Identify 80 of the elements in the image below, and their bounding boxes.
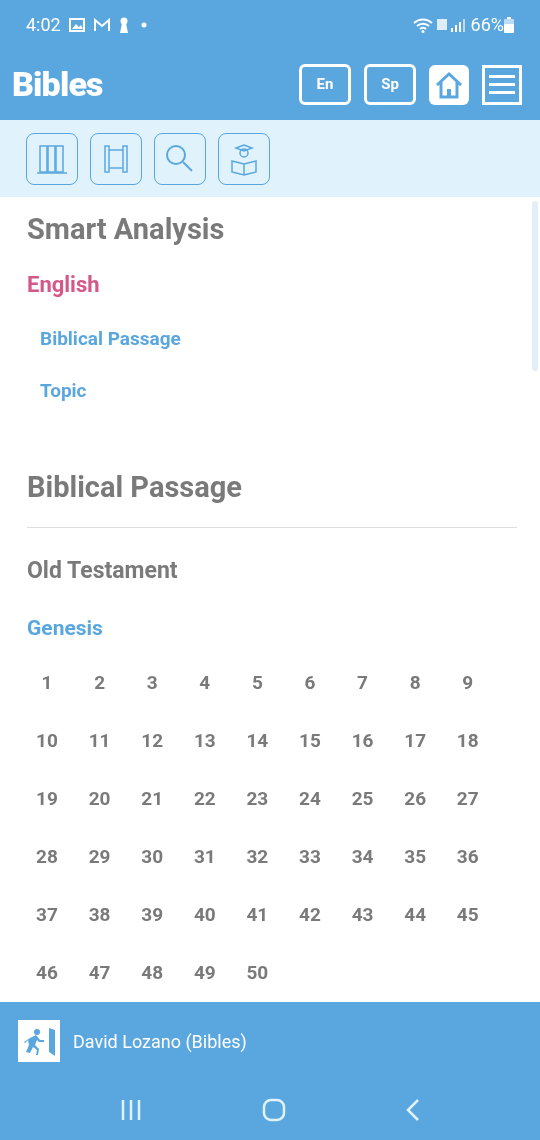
signal-icon bbox=[436, 16, 467, 33]
book-link[interactable]: Genesis bbox=[27, 614, 103, 643]
chapter-link[interactable]: 34 bbox=[342, 828, 383, 887]
chapter-link[interactable]: 13 bbox=[184, 712, 225, 771]
chapter-link[interactable]: 21 bbox=[132, 770, 173, 829]
exit-icon[interactable] bbox=[18, 1020, 60, 1063]
chapter-link[interactable]: 20 bbox=[79, 770, 120, 829]
home-nav-icon[interactable] bbox=[262, 1098, 286, 1123]
chapter-link[interactable]: 44 bbox=[395, 886, 436, 945]
home-icon bbox=[434, 70, 464, 99]
chapter-link[interactable]: 37 bbox=[27, 886, 67, 945]
section-heading: Smart Analysis bbox=[27, 211, 226, 248]
language-label: English bbox=[27, 271, 101, 300]
chapter-link[interactable]: 47 bbox=[79, 944, 120, 1003]
status-time: 4:02 bbox=[26, 13, 61, 38]
chapter-link[interactable]: 38 bbox=[79, 886, 120, 945]
chapter-link[interactable]: 45 bbox=[447, 886, 488, 945]
chapter-link[interactable]: 9 bbox=[447, 654, 488, 713]
chapter-link[interactable]: 17 bbox=[395, 712, 436, 771]
chapter-link[interactable]: 1 bbox=[27, 654, 67, 713]
chapter-link[interactable]: 16 bbox=[342, 712, 383, 771]
chapter-link[interactable]: 40 bbox=[184, 886, 225, 945]
student-button[interactable] bbox=[218, 132, 270, 185]
chapter-link[interactable]: 43 bbox=[342, 886, 383, 945]
analysis-link[interactable]: Biblical Passage bbox=[40, 327, 181, 352]
chapter-link[interactable]: 36 bbox=[447, 828, 488, 887]
chapter-link[interactable]: 39 bbox=[132, 886, 173, 945]
chapter-link[interactable]: 25 bbox=[342, 770, 383, 829]
chapter-link[interactable]: 50 bbox=[237, 944, 278, 1003]
wifi-icon bbox=[412, 16, 433, 33]
image-icon bbox=[68, 17, 85, 32]
keyhole-icon bbox=[118, 16, 129, 33]
chapter-link[interactable]: 42 bbox=[289, 886, 330, 945]
chapter-link[interactable]: 3 bbox=[132, 654, 173, 713]
battery-icon bbox=[504, 16, 514, 33]
chapter-link[interactable]: 7 bbox=[342, 654, 383, 713]
user-name: David Lozano (Bibles) bbox=[73, 1029, 247, 1054]
language-button[interactable]: Sp bbox=[364, 64, 416, 106]
testament-heading: Old Testament bbox=[27, 556, 179, 587]
chapter-link[interactable]: 2 bbox=[79, 654, 120, 713]
chapter-link[interactable]: 4 bbox=[184, 654, 225, 713]
section-heading: Biblical Passage bbox=[27, 469, 243, 506]
analysis-link[interactable]: Topic bbox=[40, 379, 87, 404]
binders-button[interactable] bbox=[26, 132, 78, 185]
chapter-link[interactable]: 28 bbox=[27, 828, 67, 887]
chapter-link[interactable]: 15 bbox=[289, 712, 330, 771]
chapter-link[interactable]: 27 bbox=[447, 770, 488, 829]
chapter-link[interactable]: 12 bbox=[132, 712, 173, 771]
chapter-link[interactable]: 5 bbox=[237, 654, 278, 713]
language-button[interactable]: En bbox=[299, 64, 351, 106]
chapter-link[interactable]: 23 bbox=[237, 770, 278, 829]
chapter-link[interactable]: 46 bbox=[27, 944, 67, 1003]
chapter-link[interactable]: 48 bbox=[132, 944, 173, 1003]
app-title: Bibles bbox=[12, 63, 103, 107]
chapter-link[interactable]: 32 bbox=[237, 828, 278, 887]
scroll-button[interactable] bbox=[90, 132, 142, 185]
chapter-link[interactable]: 18 bbox=[447, 712, 488, 771]
chapter-link[interactable]: 22 bbox=[184, 770, 225, 829]
chapter-link[interactable]: 33 bbox=[289, 828, 330, 887]
mail-icon bbox=[92, 17, 111, 32]
menu-button[interactable] bbox=[482, 64, 522, 105]
chapter-link[interactable]: 26 bbox=[395, 770, 436, 829]
chapter-link[interactable]: 11 bbox=[79, 712, 120, 771]
chapter-link[interactable]: 31 bbox=[184, 828, 225, 887]
search-button[interactable] bbox=[154, 132, 206, 185]
chapter-link[interactable]: 19 bbox=[27, 770, 67, 829]
chapter-link[interactable]: 35 bbox=[395, 828, 436, 887]
chapter-link[interactable]: 29 bbox=[79, 828, 120, 887]
back-icon[interactable] bbox=[404, 1098, 421, 1123]
chapter-link[interactable]: 10 bbox=[27, 712, 67, 771]
battery-percentage: 66% bbox=[470, 13, 504, 38]
chapter-link[interactable]: 24 bbox=[289, 770, 330, 829]
chapter-link[interactable]: 41 bbox=[237, 886, 278, 945]
chapter-link[interactable]: 8 bbox=[395, 654, 436, 713]
chapter-link[interactable]: 6 bbox=[289, 654, 330, 713]
chapter-link[interactable]: 14 bbox=[237, 712, 278, 771]
chapter-link[interactable]: 49 bbox=[184, 944, 225, 1003]
dot-icon bbox=[140, 21, 147, 28]
chapter-link[interactable]: 30 bbox=[132, 828, 173, 887]
home-button[interactable] bbox=[429, 64, 469, 105]
